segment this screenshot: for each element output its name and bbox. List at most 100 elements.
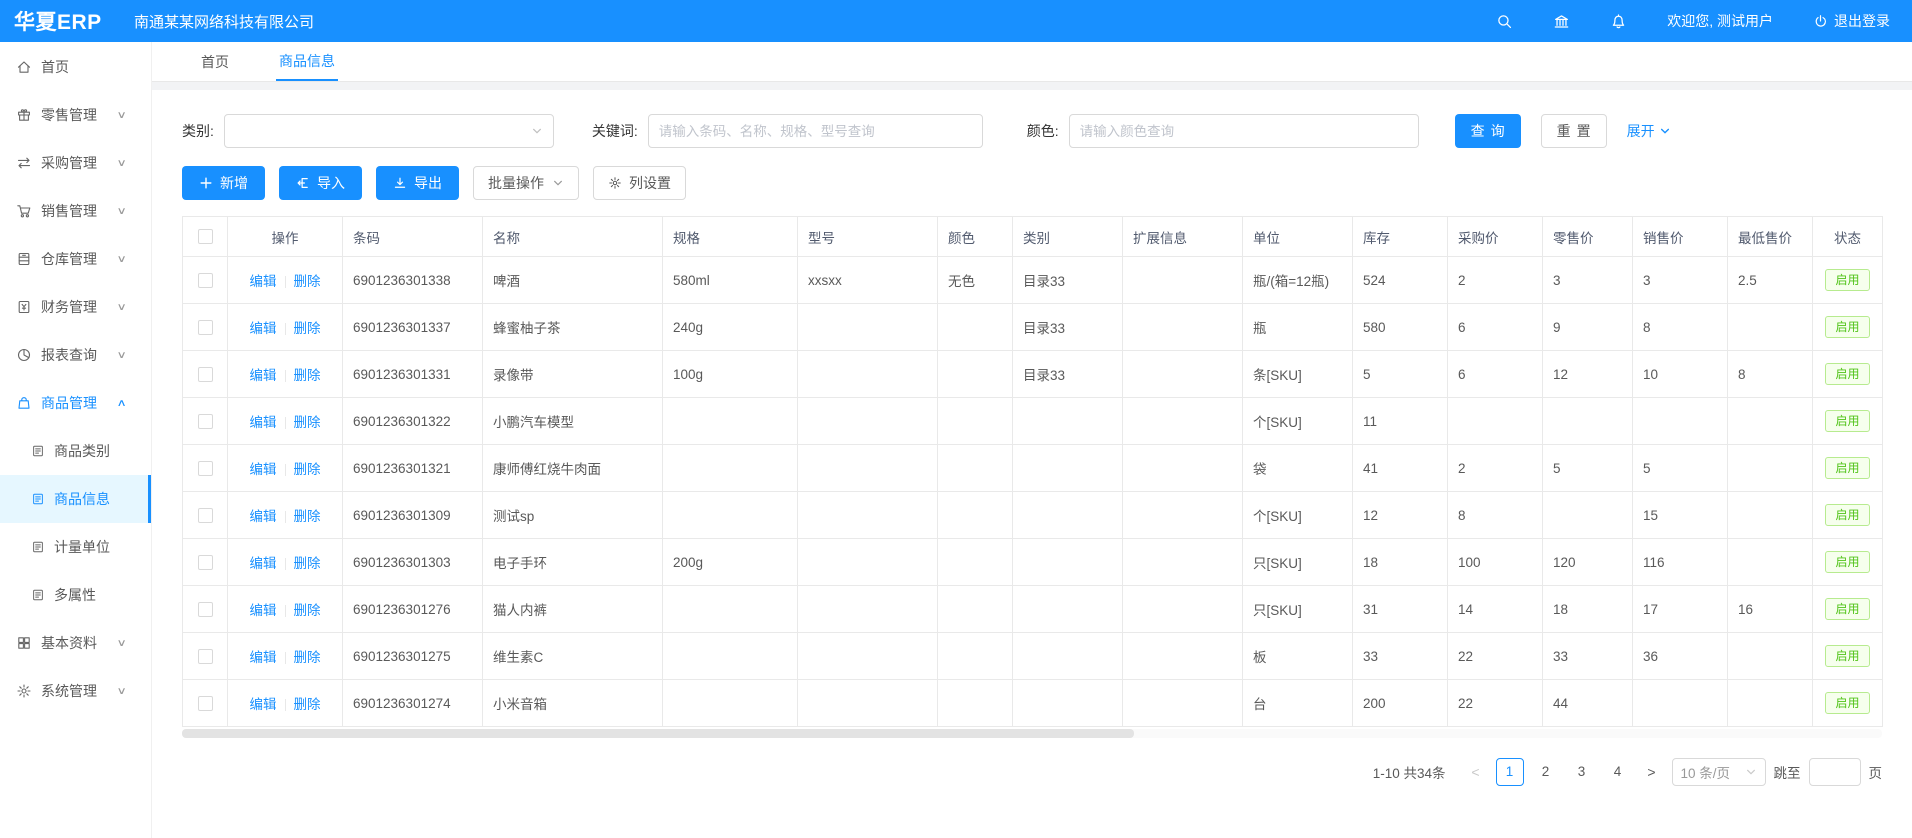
delete-link[interactable]: 删除 bbox=[294, 509, 321, 524]
category-select[interactable] bbox=[224, 114, 554, 148]
cell-model bbox=[798, 351, 938, 398]
cell-stock: 12 bbox=[1353, 492, 1448, 539]
edit-link[interactable]: 编辑 bbox=[250, 462, 277, 477]
edit-link[interactable]: 编辑 bbox=[250, 274, 277, 289]
table-row: 编辑删除6901236301322小鹏汽车模型个[SKU]11启用 bbox=[183, 398, 1883, 445]
row-checkbox[interactable] bbox=[198, 696, 213, 711]
sidebar-item[interactable]: 首页 bbox=[0, 43, 151, 91]
chevron-down-icon: ∨ bbox=[116, 158, 126, 169]
export-label: 导出 bbox=[414, 173, 442, 193]
cell-min bbox=[1728, 492, 1813, 539]
logout-button[interactable]: 退出登录 bbox=[1813, 11, 1890, 31]
cell-barcode: 6901236301274 bbox=[343, 680, 483, 727]
sidebar-item[interactable]: 财务管理∨ bbox=[0, 283, 151, 331]
edit-link[interactable]: 编辑 bbox=[250, 321, 277, 336]
row-checkbox[interactable] bbox=[198, 320, 213, 335]
sidebar-item[interactable]: 仓库管理∨ bbox=[0, 235, 151, 283]
bell-icon[interactable] bbox=[1610, 13, 1627, 30]
delete-link[interactable]: 删除 bbox=[294, 650, 321, 665]
next-page-button[interactable]: > bbox=[1640, 764, 1664, 780]
table-row: 编辑删除6901236301338啤酒580mlxxsxx无色目录33瓶/(箱=… bbox=[183, 257, 1883, 304]
row-checkbox[interactable] bbox=[198, 649, 213, 664]
delete-link[interactable]: 删除 bbox=[294, 556, 321, 571]
page-number-button[interactable]: 2 bbox=[1532, 758, 1560, 786]
cell-model bbox=[798, 586, 938, 633]
delete-link[interactable]: 删除 bbox=[294, 697, 321, 712]
delete-link[interactable]: 删除 bbox=[294, 462, 321, 477]
sidebar-item[interactable]: 系统管理∨ bbox=[0, 667, 151, 715]
sidebar-item[interactable]: 商品类别 bbox=[0, 427, 151, 475]
cell-sale bbox=[1633, 680, 1728, 727]
row-checkbox[interactable] bbox=[198, 461, 213, 476]
edit-link[interactable]: 编辑 bbox=[250, 697, 277, 712]
cell-ext bbox=[1123, 492, 1243, 539]
horizontal-scrollbar[interactable] bbox=[182, 729, 1882, 738]
edit-link[interactable]: 编辑 bbox=[250, 509, 277, 524]
cell-model bbox=[798, 492, 938, 539]
cell-sale: 116 bbox=[1633, 539, 1728, 586]
page-size-select[interactable]: 10 条/页 bbox=[1672, 758, 1766, 786]
add-label: 新增 bbox=[220, 173, 248, 193]
sidebar-item[interactable]: 计量单位 bbox=[0, 523, 151, 571]
batch-actions-button[interactable]: 批量操作 bbox=[473, 166, 579, 200]
sidebar-item[interactable]: 零售管理∨ bbox=[0, 91, 151, 139]
edit-link[interactable]: 编辑 bbox=[250, 603, 277, 618]
keyword-input[interactable] bbox=[648, 114, 983, 148]
tab-home[interactable]: 首页 bbox=[198, 42, 232, 81]
import-button[interactable]: 导入 bbox=[279, 166, 362, 200]
sidebar-item[interactable]: 销售管理∨ bbox=[0, 187, 151, 235]
export-button[interactable]: 导出 bbox=[376, 166, 459, 200]
edit-link[interactable]: 编辑 bbox=[250, 415, 277, 430]
column-settings-button[interactable]: 列设置 bbox=[593, 166, 686, 200]
sidebar-item[interactable]: 报表查询∨ bbox=[0, 331, 151, 379]
row-checkbox[interactable] bbox=[198, 602, 213, 617]
cell-category bbox=[1013, 492, 1123, 539]
cell-barcode: 6901236301337 bbox=[343, 304, 483, 351]
delete-link[interactable]: 删除 bbox=[294, 321, 321, 336]
delete-link[interactable]: 删除 bbox=[294, 274, 321, 289]
expand-link[interactable]: 展开 bbox=[1627, 121, 1671, 141]
doc-icon bbox=[31, 492, 45, 506]
table-row: 编辑删除6901236301331录像带100g目录33条[SKU]561210… bbox=[183, 351, 1883, 398]
cell-min bbox=[1728, 398, 1813, 445]
search-button[interactable]: 查询 bbox=[1455, 114, 1521, 148]
add-button[interactable]: 新增 bbox=[182, 166, 265, 200]
edit-link[interactable]: 编辑 bbox=[250, 650, 277, 665]
sidebar-item[interactable]: 多属性 bbox=[0, 571, 151, 619]
prev-page-button[interactable]: < bbox=[1464, 764, 1488, 780]
sidebar-item[interactable]: 采购管理∨ bbox=[0, 139, 151, 187]
sidebar-item[interactable]: 商品信息 bbox=[0, 475, 151, 523]
doc-icon bbox=[31, 540, 45, 554]
cell-sale: 17 bbox=[1633, 586, 1728, 633]
search-icon[interactable] bbox=[1496, 13, 1513, 30]
reset-button[interactable]: 重置 bbox=[1541, 114, 1607, 148]
cell-name: 蜂蜜柚子茶 bbox=[483, 304, 663, 351]
bank-icon[interactable] bbox=[1553, 13, 1570, 30]
import-icon bbox=[296, 176, 310, 190]
tab-product-info[interactable]: 商品信息 bbox=[276, 42, 338, 81]
sidebar-item[interactable]: 商品管理∧ bbox=[0, 379, 151, 427]
page-number-button[interactable]: 4 bbox=[1604, 758, 1632, 786]
row-checkbox[interactable] bbox=[198, 367, 213, 382]
jump-page-input[interactable] bbox=[1809, 758, 1861, 786]
pagination-total: 1-10 共34条 bbox=[1373, 762, 1446, 782]
row-checkbox[interactable] bbox=[198, 273, 213, 288]
delete-link[interactable]: 删除 bbox=[294, 368, 321, 383]
edit-link[interactable]: 编辑 bbox=[250, 368, 277, 383]
color-input[interactable] bbox=[1069, 114, 1419, 148]
chevron-down-icon: ∨ bbox=[116, 350, 126, 361]
select-all-checkbox[interactable] bbox=[198, 229, 213, 244]
row-checkbox[interactable] bbox=[198, 508, 213, 523]
delete-link[interactable]: 删除 bbox=[294, 415, 321, 430]
cell-stock: 31 bbox=[1353, 586, 1448, 633]
row-checkbox[interactable] bbox=[198, 414, 213, 429]
product-bag-icon bbox=[16, 395, 32, 411]
page-number-button[interactable]: 3 bbox=[1568, 758, 1596, 786]
page-number-button[interactable]: 1 bbox=[1496, 758, 1524, 786]
delete-link[interactable]: 删除 bbox=[294, 603, 321, 618]
row-checkbox[interactable] bbox=[198, 555, 213, 570]
scrollbar-thumb[interactable] bbox=[182, 729, 1134, 738]
purchase-sync-icon bbox=[16, 155, 32, 171]
sidebar-item[interactable]: 基本资料∨ bbox=[0, 619, 151, 667]
edit-link[interactable]: 编辑 bbox=[250, 556, 277, 571]
